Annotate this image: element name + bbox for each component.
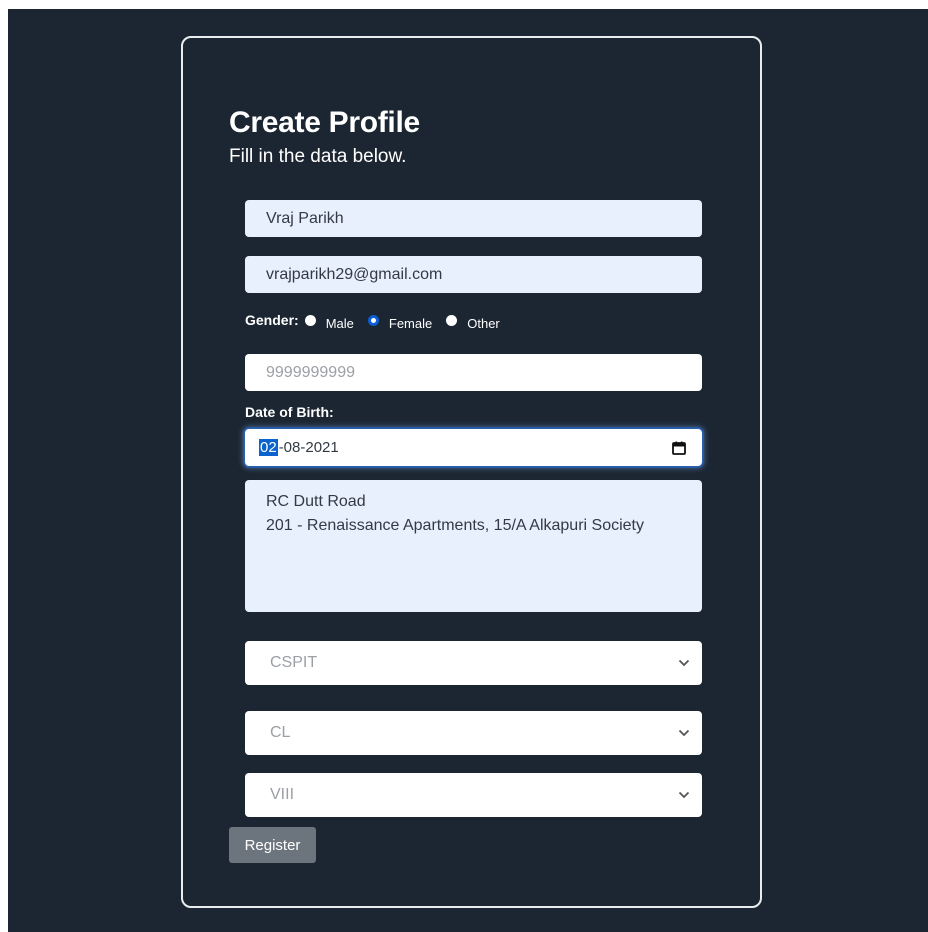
register-button[interactable]: Register	[229, 827, 316, 863]
gender-label: Gender:	[245, 312, 299, 328]
address-line-2: 201 - Renaissance Apartments, 15/A Alkap…	[266, 517, 644, 534]
phone-input[interactable]: 9999999999	[245, 354, 702, 391]
gender-group: Gender: Male Female Other	[245, 308, 514, 332]
address-textarea[interactable]: RC Dutt Road 201 - Renaissance Apartment…	[245, 480, 702, 612]
dob-input[interactable]: 02 -08-2021	[245, 429, 702, 466]
profile-card: Create Profile Fill in the data below. V…	[181, 36, 762, 908]
gender-radio-female[interactable]	[367, 314, 379, 326]
chevron-down-icon	[678, 729, 690, 737]
chevron-down-icon	[678, 659, 690, 667]
dob-day-segment[interactable]: 02	[259, 439, 278, 456]
department-select[interactable]: CL	[245, 711, 702, 755]
page-title: Create Profile	[229, 106, 420, 139]
semester-select[interactable]: VIII	[245, 773, 702, 817]
institute-select[interactable]: CSPIT	[245, 641, 702, 685]
institute-select-value: CSPIT	[270, 654, 318, 671]
gender-label-other: Other	[467, 315, 500, 331]
name-input[interactable]: Vraj Parikh	[245, 200, 702, 237]
department-select-value: CL	[270, 724, 291, 741]
gender-label-male: Male	[325, 315, 354, 331]
gender-radio-other[interactable]	[446, 314, 458, 326]
chevron-down-icon	[678, 791, 690, 799]
dob-label: Date of Birth:	[245, 404, 334, 420]
dob-rest: -08-2021	[278, 439, 339, 456]
email-input[interactable]: vrajparikh29@gmail.com	[245, 256, 702, 293]
gender-label-female: Female	[388, 315, 433, 331]
semester-select-value: VIII	[270, 786, 295, 803]
address-line-1: RC Dutt Road	[266, 493, 366, 510]
gender-radio-male[interactable]	[304, 314, 316, 326]
calendar-icon[interactable]	[672, 441, 686, 455]
page-subtitle: Fill in the data below.	[229, 146, 407, 167]
